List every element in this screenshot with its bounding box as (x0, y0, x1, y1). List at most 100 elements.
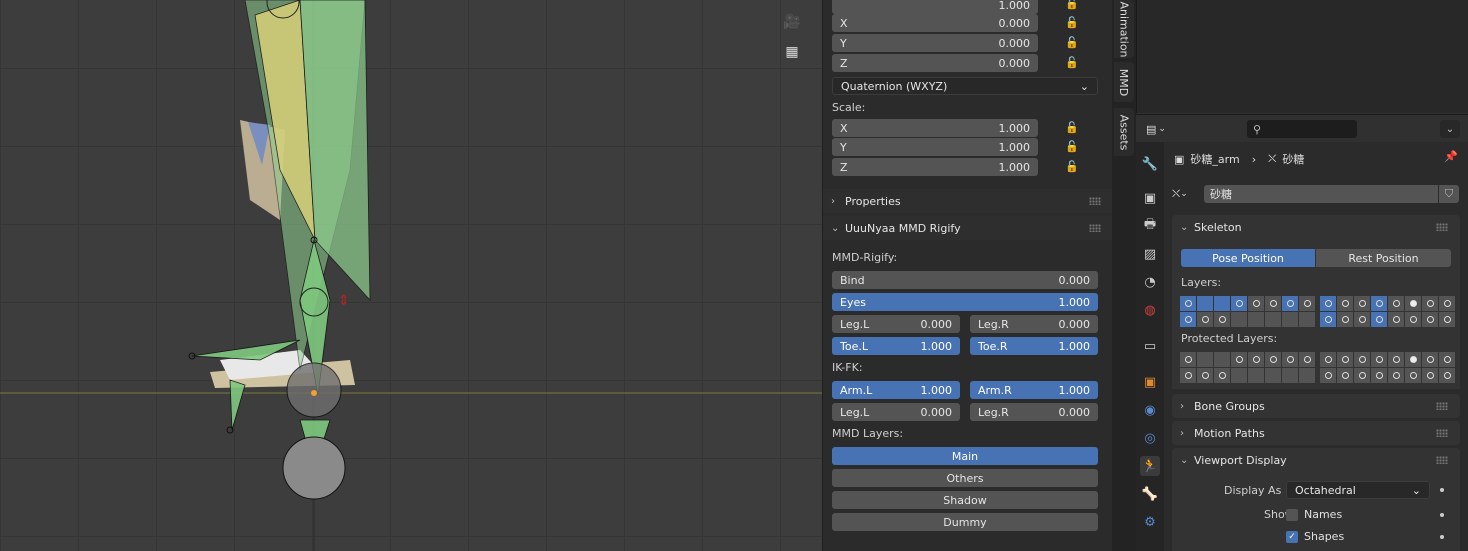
modifier-icon[interactable]: ◉ (1140, 400, 1160, 420)
layer-toggle[interactable] (1337, 312, 1353, 327)
layer-toggle[interactable] (1388, 296, 1404, 311)
layer-toggle[interactable] (1248, 296, 1264, 311)
bone-icon[interactable]: 🦴 (1140, 484, 1160, 504)
layer-toggle[interactable] (1299, 368, 1315, 383)
layer-toggle[interactable] (1180, 368, 1196, 383)
armature-data-icon[interactable]: 🏃 (1140, 456, 1160, 476)
layer-toggle[interactable] (1337, 368, 1353, 383)
editor-type-select[interactable]: ▤ ⌄ (1146, 120, 1178, 138)
skeleton-section-header[interactable]: ⌄ Skeleton (1172, 215, 1460, 239)
layer-main-button[interactable]: Main (832, 447, 1098, 465)
object-icon[interactable]: ▣ (1140, 372, 1160, 392)
layers-grid-right[interactable] (1320, 296, 1455, 327)
layer-toggle[interactable] (1371, 368, 1387, 383)
layer-toggle[interactable] (1265, 312, 1281, 327)
layer-toggle[interactable] (1282, 296, 1298, 311)
scale-x-field[interactable]: X 1.000 (832, 119, 1038, 137)
layer-toggle[interactable] (1180, 352, 1196, 367)
layer-toggle[interactable] (1422, 312, 1438, 327)
world-icon[interactable]: ◍ (1140, 300, 1160, 320)
pose-position-button[interactable]: Pose Position (1181, 249, 1315, 267)
layer-toggle[interactable] (1299, 312, 1315, 327)
layer-toggle[interactable] (1439, 368, 1455, 383)
layer-toggle[interactable] (1439, 352, 1455, 367)
view-layer-icon[interactable]: ▨ (1140, 244, 1160, 264)
shapes-checkbox[interactable]: ✓ Shapes (1286, 530, 1344, 543)
layer-toggle[interactable] (1371, 312, 1387, 327)
layer-toggle[interactable] (1282, 368, 1298, 383)
scale-z-field[interactable]: Z 1.000 (832, 158, 1038, 176)
layer-toggle[interactable] (1231, 368, 1247, 383)
arm-l-slider[interactable]: Arm.L 1.000 (832, 381, 960, 399)
layer-toggle[interactable] (1354, 368, 1370, 383)
options-dropdown[interactable]: ⌄ (1440, 120, 1460, 138)
scale-y-field[interactable]: Y 1.000 (832, 138, 1038, 156)
layer-toggle[interactable] (1282, 312, 1298, 327)
drag-handle-icon[interactable] (1436, 429, 1448, 437)
leg-l-slider[interactable]: Leg.L 0.000 (832, 315, 960, 333)
layer-toggle[interactable] (1265, 296, 1281, 311)
layer-toggle[interactable] (1180, 312, 1196, 327)
rest-position-button[interactable]: Rest Position (1316, 249, 1451, 267)
layer-toggle[interactable] (1180, 296, 1196, 311)
camera-icon[interactable]: 🎥 (780, 10, 804, 34)
layer-toggle[interactable] (1214, 368, 1230, 383)
output-icon[interactable]: 🖶 (1140, 216, 1160, 236)
armature-name-field[interactable]: 砂糖 (1204, 185, 1438, 203)
layer-toggle[interactable] (1405, 312, 1421, 327)
layer-toggle[interactable] (1320, 312, 1336, 327)
names-checkbox[interactable]: Names (1286, 508, 1342, 521)
layer-toggle[interactable] (1265, 368, 1281, 383)
motion-paths-section-header[interactable]: › Motion Paths (1172, 421, 1460, 445)
layer-toggle[interactable] (1337, 352, 1353, 367)
ik-leg-l-slider[interactable]: Leg.L 0.000 (832, 403, 960, 421)
properties-section-header[interactable]: › Properties (823, 189, 1113, 213)
render-icon[interactable]: ▣ (1140, 188, 1160, 208)
layer-toggle[interactable] (1388, 312, 1404, 327)
keyframe-dot-icon[interactable] (1440, 488, 1444, 492)
layer-toggle[interactable] (1248, 312, 1264, 327)
drag-handle-icon[interactable] (1089, 224, 1101, 232)
drag-handle-icon[interactable] (1436, 402, 1448, 410)
layer-toggle[interactable] (1371, 352, 1387, 367)
physics-icon[interactable]: ◎ (1140, 428, 1160, 448)
tab-animation[interactable]: Animation (1114, 0, 1134, 58)
layer-toggle[interactable] (1231, 312, 1247, 327)
layer-toggle[interactable] (1197, 296, 1213, 311)
layer-toggle[interactable] (1422, 352, 1438, 367)
protected-layers-grid-left[interactable] (1180, 352, 1315, 383)
display-as-select[interactable]: Octahedral ⌄ (1286, 481, 1430, 499)
layer-toggle[interactable] (1320, 368, 1336, 383)
layer-toggle[interactable] (1265, 352, 1281, 367)
layer-toggle[interactable] (1405, 296, 1421, 311)
lock-icon[interactable]: 🔓 (1065, 56, 1079, 69)
layer-toggle[interactable] (1354, 296, 1370, 311)
layer-toggle[interactable] (1282, 352, 1298, 367)
bone-constraint-icon[interactable]: ⚙ (1140, 512, 1160, 532)
rigify-section-header[interactable]: ⌄ UuuNyaa MMD Rigify (823, 216, 1113, 240)
lock-icon[interactable]: 🔓 (1065, 160, 1079, 173)
layer-toggle[interactable] (1231, 296, 1247, 311)
layer-toggle[interactable] (1388, 352, 1404, 367)
layer-toggle[interactable] (1320, 352, 1336, 367)
keyframe-dot-icon[interactable] (1440, 535, 1444, 539)
eyes-slider[interactable]: Eyes 1.000 (832, 293, 1098, 311)
keyframe-dot-icon[interactable] (1440, 513, 1444, 517)
ik-leg-r-slider[interactable]: Leg.R 0.000 (970, 403, 1098, 421)
lock-icon[interactable]: 🔓 (1065, 140, 1079, 153)
tab-assets[interactable]: Assets (1114, 108, 1134, 156)
pin-icon[interactable]: 📌 (1444, 150, 1458, 163)
layer-toggle[interactable] (1422, 368, 1438, 383)
rot-w-field[interactable]: 1.000 (832, 0, 1038, 14)
tab-mmd[interactable]: MMD (1114, 62, 1134, 102)
leg-r-slider[interactable]: Leg.R 0.000 (970, 315, 1098, 333)
layer-toggle[interactable] (1337, 296, 1353, 311)
layer-toggle[interactable] (1299, 296, 1315, 311)
layer-toggle[interactable] (1197, 368, 1213, 383)
drag-handle-icon[interactable] (1436, 456, 1448, 464)
bone-groups-section-header[interactable]: › Bone Groups (1172, 394, 1460, 418)
3d-viewport[interactable]: ⇕ 🎥 ▦ (0, 0, 822, 551)
drag-handle-icon[interactable] (1089, 197, 1101, 205)
layers-grid-left[interactable] (1180, 296, 1315, 327)
layer-toggle[interactable] (1405, 352, 1421, 367)
